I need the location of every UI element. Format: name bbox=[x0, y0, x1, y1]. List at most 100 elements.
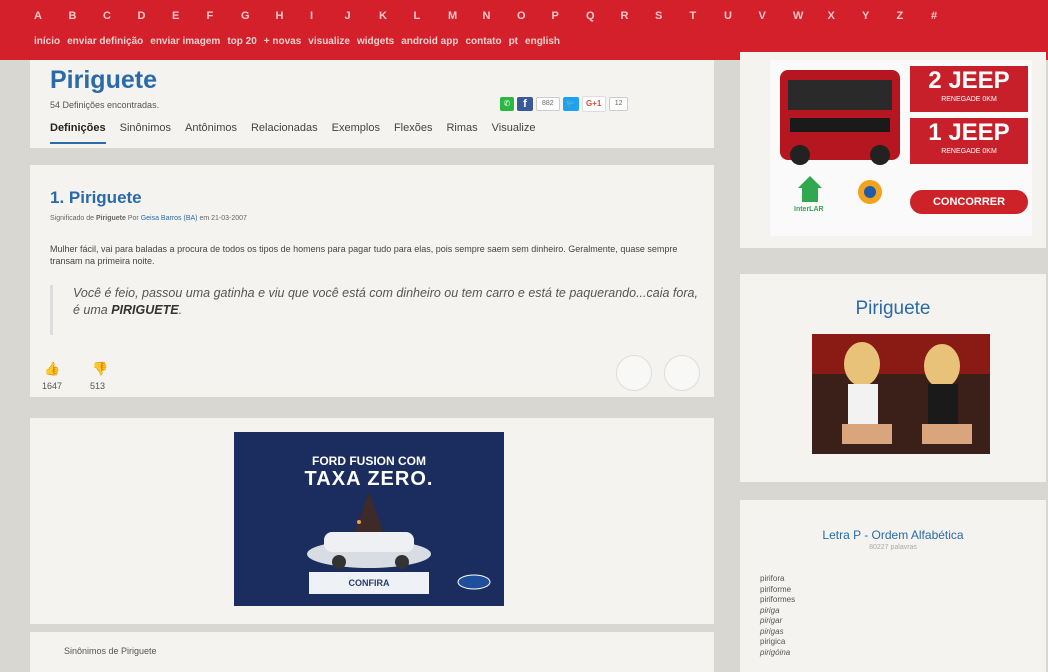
letter-link[interactable]: S bbox=[655, 10, 690, 26]
tab-antonimos[interactable]: Antônimos bbox=[185, 122, 237, 144]
more-circle-button[interactable] bbox=[664, 355, 700, 391]
prize-1-title: 2 JEEP bbox=[928, 67, 1010, 94]
letter-link[interactable]: M bbox=[448, 10, 483, 26]
letter-link[interactable]: # bbox=[931, 10, 966, 26]
jeep-prize-2: 1 JEEP RENEGADE 0KM bbox=[910, 118, 1028, 164]
definition-text: Mulher fácil, vai para baladas a procura… bbox=[50, 244, 678, 266]
word-link[interactable]: pirigar bbox=[760, 616, 795, 627]
share-bar: ✆ f 882 🐦 G+1 12 bbox=[500, 96, 629, 112]
letter-link[interactable]: T bbox=[690, 10, 725, 26]
letter-link[interactable]: F bbox=[207, 10, 242, 26]
tab-flexoes[interactable]: Flexões bbox=[394, 122, 433, 144]
menu-item-contato[interactable]: contato bbox=[465, 36, 501, 47]
letter-link[interactable]: C bbox=[103, 10, 138, 26]
letter-link[interactable]: J bbox=[345, 10, 380, 26]
google-plus-count: 12 bbox=[608, 97, 629, 111]
menu-item-inicio[interactable]: início bbox=[34, 36, 60, 47]
menu-item-widgets[interactable]: widgets bbox=[357, 36, 394, 47]
definition-date: em 21-03-2007 bbox=[199, 215, 247, 222]
word-link[interactable]: pirigas bbox=[760, 627, 795, 638]
menu-item-top20[interactable]: top 20 bbox=[227, 36, 256, 47]
example-quote: Você é feio, passou uma gatinha e viu qu… bbox=[50, 285, 700, 335]
letter-link[interactable]: X bbox=[828, 10, 863, 26]
google-plus-button[interactable]: G+1 bbox=[581, 96, 606, 112]
menu-item-enviar-imagem[interactable]: enviar imagem bbox=[150, 36, 220, 47]
letter-link[interactable]: H bbox=[276, 10, 311, 26]
main-menu: início enviar definição enviar imagem to… bbox=[34, 36, 560, 47]
confira-button[interactable]: CONFIRA bbox=[309, 572, 429, 594]
letter-link[interactable]: R bbox=[621, 10, 656, 26]
jeep-ad-banner[interactable]: 2 JEEP RENEGADE 0KM 1 JEEP RENEGADE 0KM … bbox=[770, 60, 1032, 236]
sidebar-image-card: Piriguete bbox=[740, 274, 1046, 482]
letter-index-title: Letra P - Ordem Alfabética bbox=[822, 528, 964, 542]
menu-item-visualize[interactable]: visualize bbox=[308, 36, 350, 47]
definition-title: 1. Piriguete bbox=[50, 188, 142, 207]
letter-link[interactable]: I bbox=[310, 10, 345, 26]
word-header-card: Piriguete 54 Definições encontradas. ✆ f… bbox=[30, 60, 714, 148]
letter-link[interactable]: G bbox=[241, 10, 276, 26]
word-link[interactable]: piriformes bbox=[760, 595, 795, 606]
menu-item-lang-english[interactable]: english bbox=[525, 36, 560, 47]
letter-link[interactable]: Q bbox=[586, 10, 621, 26]
ad-card: FORD FUSION COM TAXA ZERO. CONFIRA bbox=[30, 418, 714, 624]
word-link[interactable]: piriga bbox=[760, 606, 795, 617]
letter-link[interactable]: O bbox=[517, 10, 552, 26]
letter-word-list: pirifora piriforme piriformes piriga pir… bbox=[760, 574, 795, 658]
letter-link[interactable]: W bbox=[793, 10, 828, 26]
menu-item-lang-pt[interactable]: pt bbox=[509, 36, 518, 47]
word-image[interactable] bbox=[812, 334, 990, 454]
whatsapp-icon[interactable]: ✆ bbox=[500, 97, 514, 111]
letter-link[interactable]: Z bbox=[897, 10, 932, 26]
interlar-logo: InterLAR bbox=[794, 206, 824, 213]
jeep-ad-card: 2 JEEP RENEGADE 0KM 1 JEEP RENEGADE 0KM … bbox=[740, 52, 1046, 248]
prize-2-title: 1 JEEP bbox=[928, 119, 1010, 146]
word-link[interactable]: pirifora bbox=[760, 574, 795, 585]
twitter-icon[interactable]: 🐦 bbox=[562, 97, 579, 111]
tab-definicoes[interactable]: Definições bbox=[50, 122, 106, 144]
tab-visualize[interactable]: Visualize bbox=[492, 122, 536, 144]
letter-link[interactable]: N bbox=[483, 10, 518, 26]
synonyms-title: Sinônimos de Piriguete bbox=[64, 646, 157, 656]
like-count: 1647 bbox=[42, 381, 63, 391]
prize-2-sub: RENEGADE 0KM bbox=[941, 148, 997, 155]
page-title: Piriguete bbox=[50, 66, 157, 94]
dislike-count: 513 bbox=[90, 381, 106, 391]
letter-link[interactable]: Y bbox=[862, 10, 897, 26]
menu-item-android-app[interactable]: android app bbox=[401, 36, 458, 47]
letter-link[interactable]: U bbox=[724, 10, 759, 26]
facebook-icon[interactable]: f bbox=[517, 97, 533, 111]
word-photo-art bbox=[812, 334, 990, 454]
letter-link[interactable]: P bbox=[552, 10, 587, 26]
sidebar-title: Piriguete bbox=[855, 298, 931, 319]
menu-item-novas[interactable]: + novas bbox=[264, 36, 302, 47]
tab-relacionadas[interactable]: Relacionadas bbox=[251, 122, 318, 144]
ford-ad-banner[interactable]: FORD FUSION COM TAXA ZERO. CONFIRA bbox=[234, 432, 504, 606]
tab-sinonimos[interactable]: Sinônimos bbox=[120, 122, 171, 144]
ad-headline-1: FORD FUSION COM bbox=[312, 454, 426, 468]
synonyms-card: Sinônimos de Piriguete bbox=[30, 632, 714, 672]
example-word: PIRIGUETE bbox=[111, 303, 179, 317]
letter-link[interactable]: V bbox=[759, 10, 794, 26]
example-end: . bbox=[178, 303, 183, 317]
concorrer-button[interactable]: CONCORRER bbox=[910, 190, 1028, 214]
jeep-prize-1: 2 JEEP RENEGADE 0KM bbox=[910, 66, 1028, 112]
tab-rimas[interactable]: Rimas bbox=[446, 122, 477, 144]
author-link[interactable]: Geisa Barros (BA) bbox=[141, 215, 198, 222]
letter-link[interactable]: A bbox=[34, 10, 69, 26]
letter-link[interactable]: L bbox=[414, 10, 449, 26]
letter-link[interactable]: B bbox=[69, 10, 104, 26]
thumbs-down-icon[interactable]: 👎 bbox=[92, 361, 108, 377]
letter-index-card: Letra P - Ordem Alfabética 80227 palavra… bbox=[740, 500, 1046, 672]
word-link[interactable]: pirigóina bbox=[760, 648, 795, 659]
prize-1-sub: RENEGADE 0KM bbox=[941, 96, 997, 103]
definition-meta: Significado de Piriguete Por Geisa Barro… bbox=[50, 215, 247, 222]
word-link[interactable]: pirigica bbox=[760, 637, 795, 648]
thumbs-up-icon[interactable]: 👍 bbox=[44, 361, 60, 377]
menu-item-enviar-definicao[interactable]: enviar definição bbox=[67, 36, 143, 47]
tab-exemplos[interactable]: Exemplos bbox=[332, 122, 380, 144]
share-circle-button[interactable] bbox=[616, 355, 652, 391]
letter-link[interactable]: E bbox=[172, 10, 207, 26]
word-link[interactable]: piriforme bbox=[760, 585, 795, 596]
letter-link[interactable]: K bbox=[379, 10, 414, 26]
letter-link[interactable]: D bbox=[138, 10, 173, 26]
